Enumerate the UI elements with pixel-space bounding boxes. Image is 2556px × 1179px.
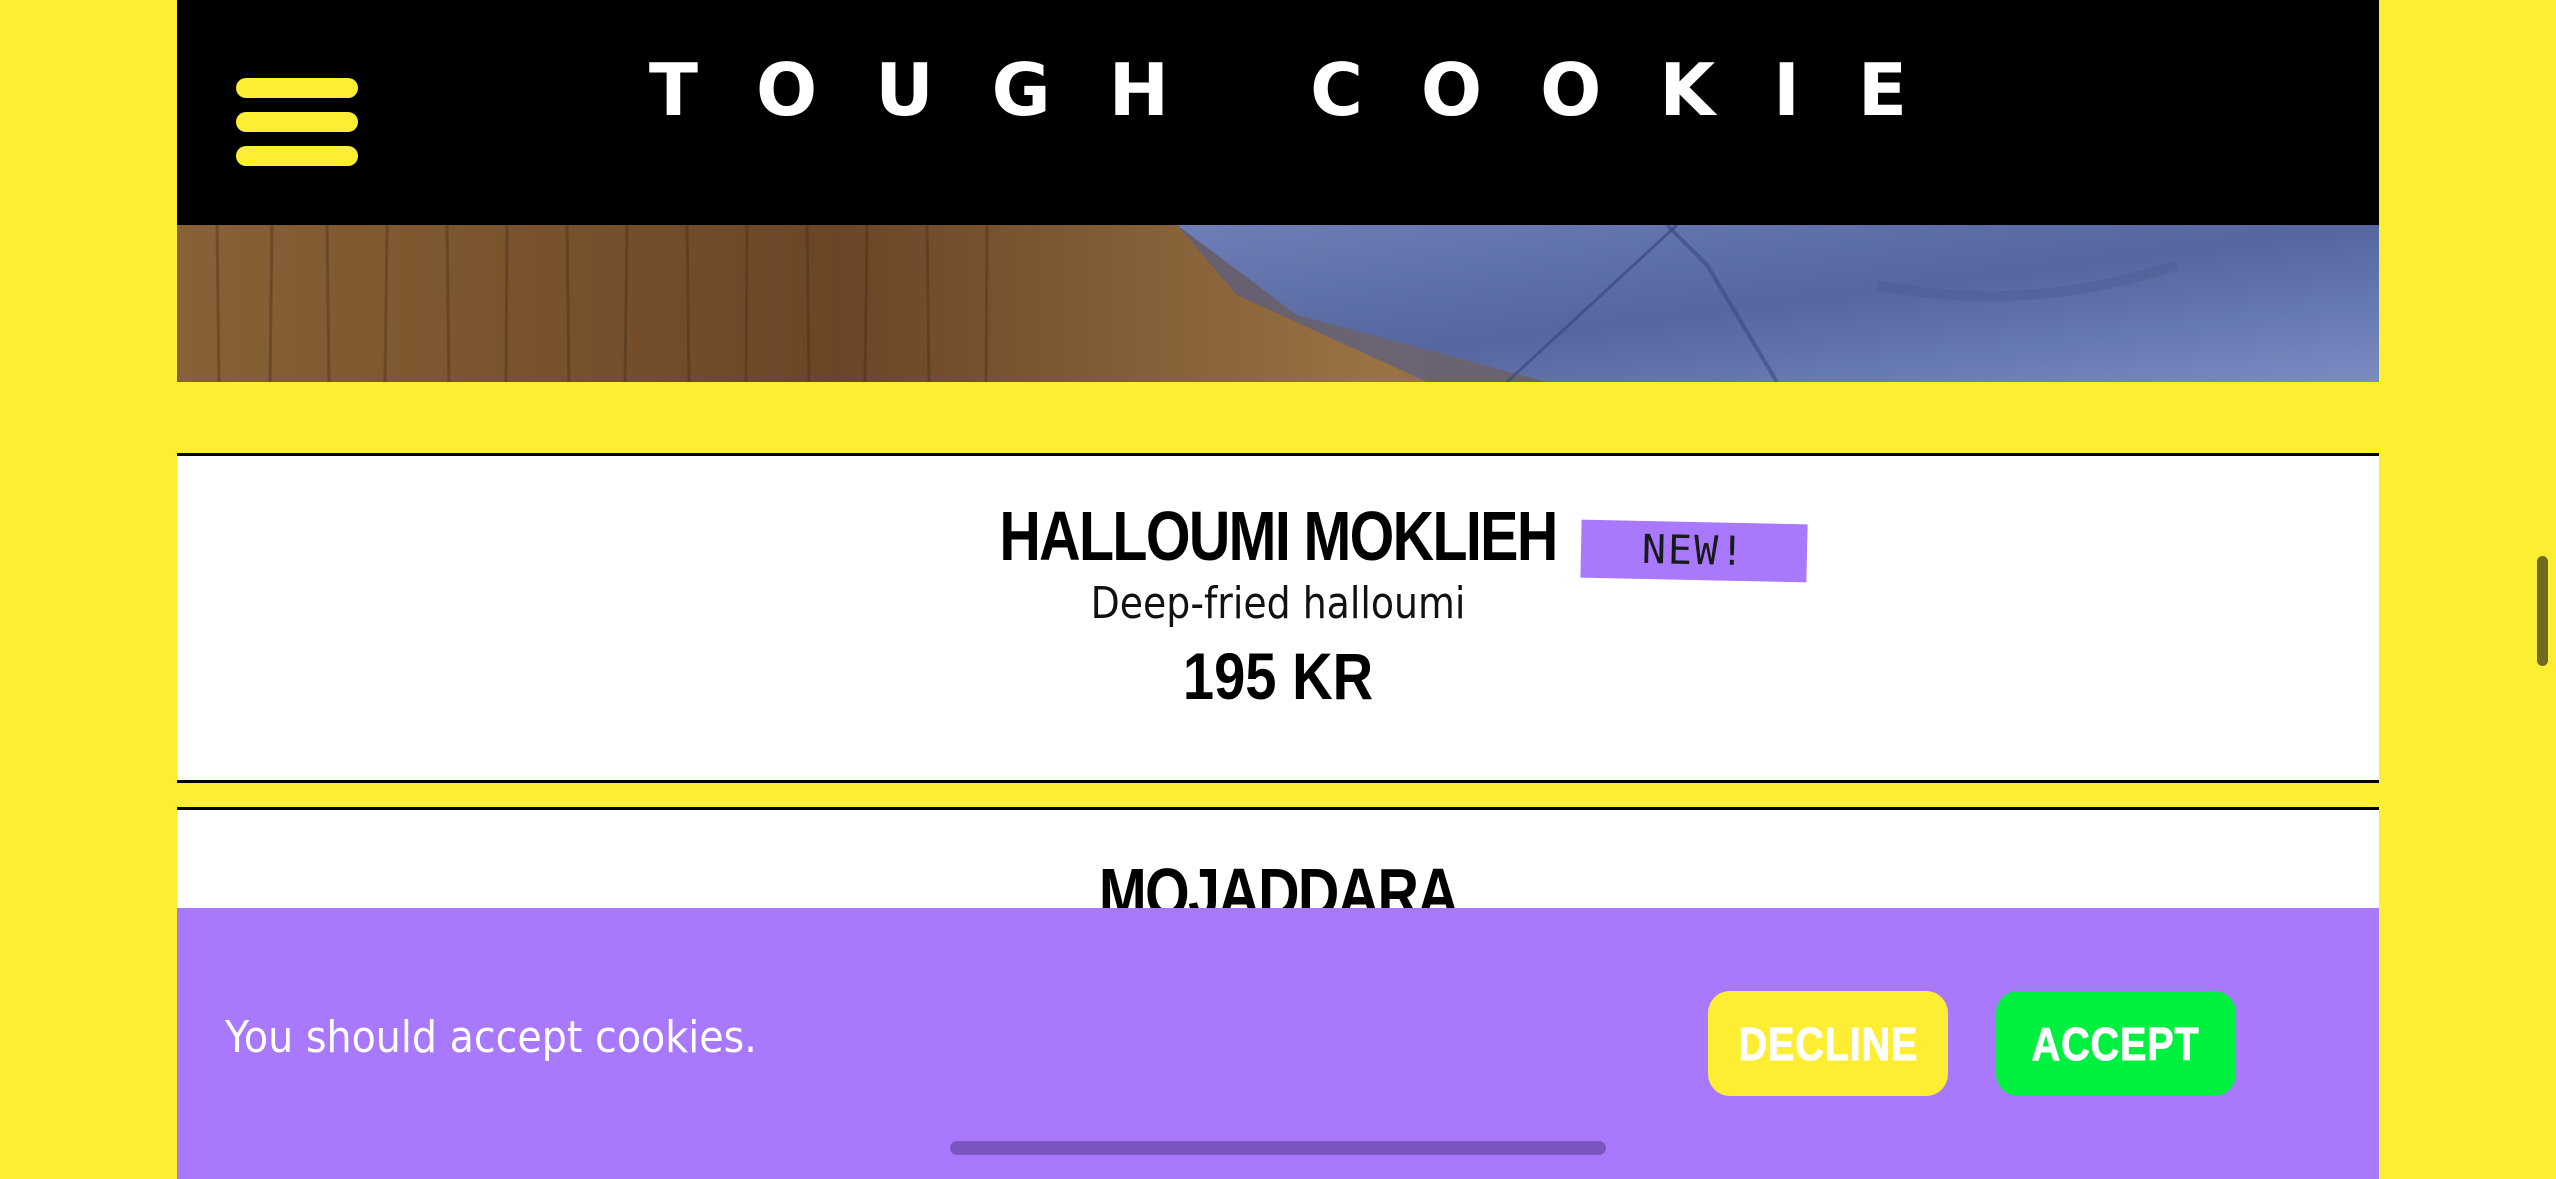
hero-image <box>177 225 2379 382</box>
home-indicator <box>950 1141 1606 1155</box>
menu-item-name: HALLOUMI MOKLIEH <box>999 497 1558 575</box>
accept-button-label: ACCEPT <box>2032 1017 2200 1070</box>
cookie-banner: You should accept cookies. DECLINE ACCEP… <box>177 908 2379 1179</box>
brand-title[interactable]: TOUGH COOKIE <box>177 40 2379 140</box>
menu-item-price: 195 KR <box>1182 639 1374 713</box>
header-bar: TOUGH COOKIE <box>177 0 2379 225</box>
new-badge: NEW! <box>1580 519 1808 583</box>
decline-button[interactable]: DECLINE <box>1708 991 1948 1096</box>
cookie-message: You should accept cookies. <box>225 1012 757 1063</box>
scrollbar-thumb[interactable] <box>2537 556 2548 666</box>
menu-item-card[interactable]: HALLOUMI MOKLIEH NEW! Deep-fried halloum… <box>177 453 2379 783</box>
menu-item-description: Deep-fried halloumi <box>1090 578 1466 629</box>
accept-button[interactable]: ACCEPT <box>1996 991 2236 1096</box>
decline-button-label: DECLINE <box>1738 1017 1918 1070</box>
page: TOUGH COOKIE HALLOUMI MOKLIEH NEW! Deep-… <box>177 0 2379 1179</box>
